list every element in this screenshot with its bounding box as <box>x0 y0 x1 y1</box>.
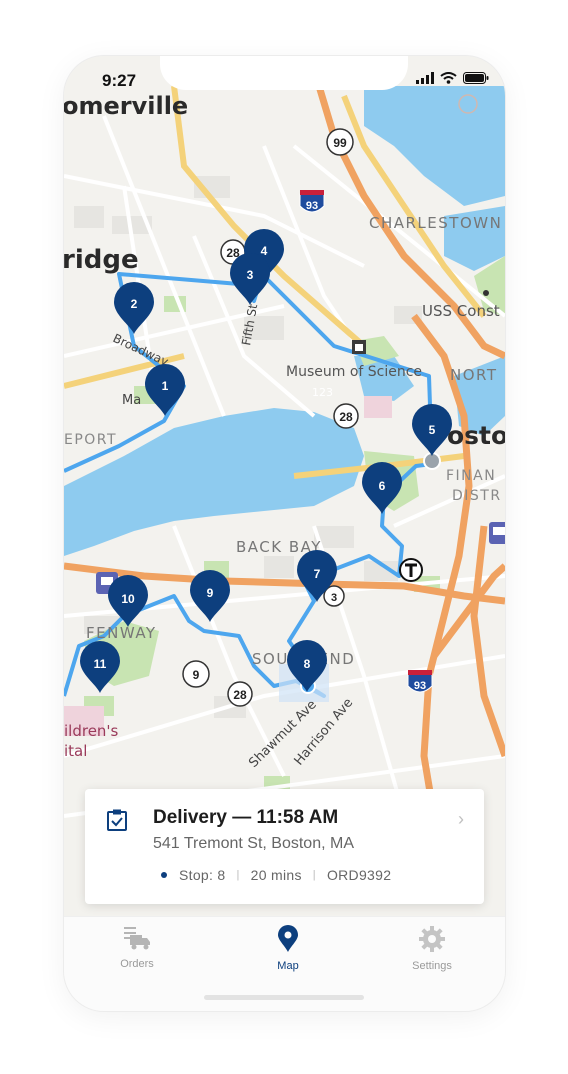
stop-dot-icon <box>161 872 167 878</box>
label-financial-district-2: DISTR <box>452 488 502 504</box>
svg-text:93: 93 <box>414 680 426 692</box>
svg-text:28: 28 <box>233 688 247 702</box>
route-28-shield-c: 28 <box>227 681 253 707</box>
svg-text:5: 5 <box>429 423 436 437</box>
home-indicator[interactable] <box>204 995 364 1000</box>
delivery-title: Delivery — 11:58 AM <box>153 807 339 828</box>
svg-text:7: 7 <box>314 567 321 581</box>
svg-text:3: 3 <box>247 268 254 282</box>
wifi-icon <box>440 72 457 84</box>
label-fenway: FENWAY <box>86 624 157 642</box>
label-north-end: NORT <box>450 366 498 384</box>
i93-north-shield: 93 <box>299 190 325 213</box>
route-99-shield: 99 <box>326 128 354 156</box>
delivery-order-id: ORD9392 <box>326 867 392 883</box>
truck-list-icon <box>124 927 150 950</box>
delivery-card[interactable]: Delivery — 11:58 AM 541 Tremont St, Bost… <box>85 789 484 904</box>
label-charlestown: CHARLESTOWN <box>369 214 502 232</box>
route-9-shield: 9 <box>182 660 210 688</box>
mbta-t-icon <box>399 558 423 582</box>
tab-orders[interactable]: Orders <box>92 925 182 970</box>
delivery-stop: Stop: 8 <box>179 867 226 883</box>
label-museum-number: 123 <box>312 386 333 399</box>
status-bar: 9:27 <box>64 56 505 102</box>
map-view[interactable]: omerville ridge CHARLESTOWN USS Const NO… <box>64 56 505 916</box>
label-childrens-hospital-1: ildren's <box>64 722 119 740</box>
delivery-duration: 20 mins <box>250 867 302 883</box>
svg-text:99: 99 <box>333 136 347 150</box>
phone-frame: omerville ridge CHARLESTOWN USS Const NO… <box>64 56 505 1011</box>
svg-text:9: 9 <box>207 586 214 600</box>
svg-text:28: 28 <box>339 410 353 424</box>
svg-text:1: 1 <box>162 379 169 393</box>
status-time: 9:27 <box>102 71 137 90</box>
meta-divider: | <box>236 869 240 881</box>
svg-text:93: 93 <box>306 200 318 212</box>
label-main-st: Ma <box>122 393 141 408</box>
museum-icon <box>352 340 366 354</box>
tab-settings-label: Settings <box>412 960 452 972</box>
label-museum-of-science: Museum of Science <box>286 364 422 380</box>
label-uss-constitution: USS Const <box>422 302 500 320</box>
svg-text:11: 11 <box>94 657 107 671</box>
tab-bar: Orders Map Settings <box>64 916 505 1011</box>
park-marker-icon <box>483 290 489 296</box>
svg-text:8: 8 <box>304 657 311 671</box>
delivery-address: 541 Tremont St, Boston, MA <box>153 835 354 852</box>
svg-text:6: 6 <box>379 479 386 493</box>
chevron-right-icon[interactable]: › <box>458 809 464 830</box>
route-28-shield-b: 28 <box>333 403 359 429</box>
signal-icon <box>416 72 434 84</box>
label-kendall: EPORT <box>64 432 117 448</box>
tab-settings[interactable]: Settings <box>387 925 477 972</box>
tab-map[interactable]: Map <box>243 925 333 972</box>
svg-text:3: 3 <box>331 592 337 604</box>
label-boston: osto <box>447 421 505 450</box>
status-icons <box>416 72 489 84</box>
map-pin-icon <box>278 925 298 952</box>
meta-divider: | <box>312 869 316 881</box>
svg-text:10: 10 <box>121 592 135 606</box>
label-financial-district-1: FINAN <box>446 468 496 484</box>
svg-text:2: 2 <box>131 297 138 311</box>
svg-text:9: 9 <box>193 668 200 682</box>
label-cambridge: ridge <box>64 245 139 275</box>
svg-text:4: 4 <box>261 244 268 258</box>
gear-icon <box>419 926 445 952</box>
delivery-clipboard-icon <box>107 809 127 831</box>
device-notch <box>160 56 408 90</box>
i93-south-shield: 93 <box>407 670 433 693</box>
battery-icon <box>463 72 489 84</box>
tab-map-label: Map <box>277 960 299 972</box>
transit-bus-icon-right <box>489 522 505 544</box>
label-childrens-hospital-2: ital <box>64 742 87 760</box>
tab-orders-label: Orders <box>120 958 154 970</box>
delivery-meta: Stop: 8 | 20 mins | ORD9392 <box>161 867 391 883</box>
